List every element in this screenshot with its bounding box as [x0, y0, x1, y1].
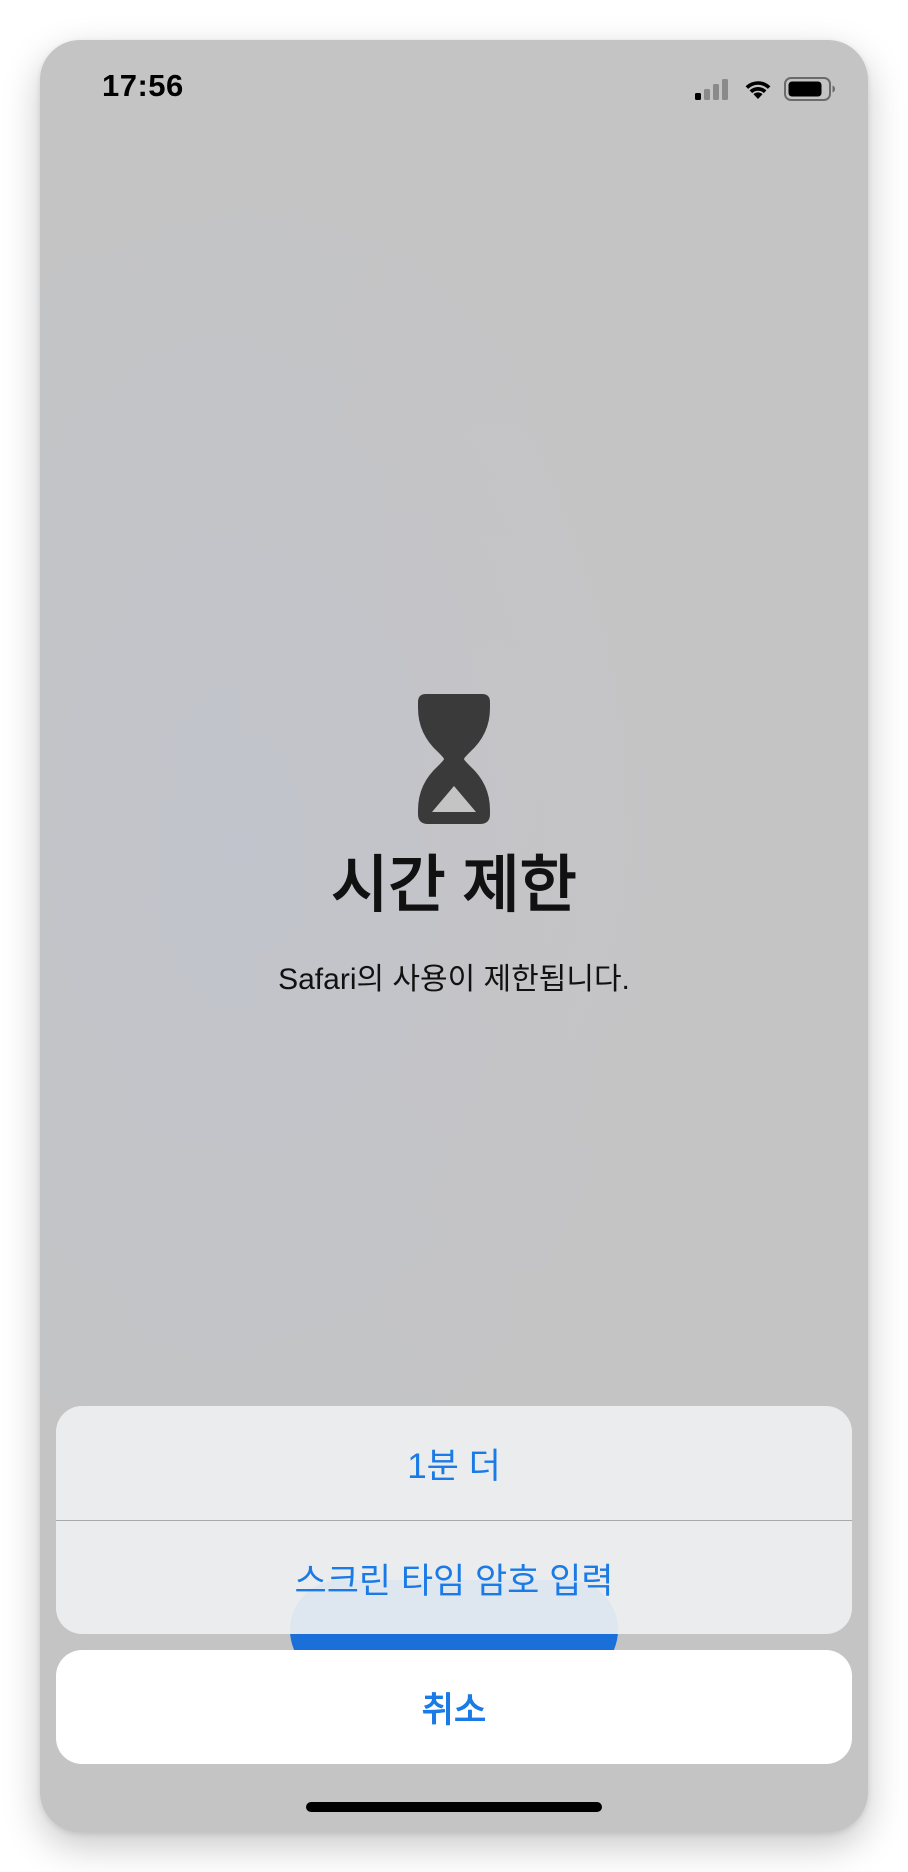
cellular-signal-icon [695, 79, 728, 100]
page-title: 시간 제한 [331, 851, 577, 920]
cancel-button[interactable]: 취소 [56, 1650, 852, 1764]
status-bar: 17:56 [40, 40, 868, 140]
status-time: 17:56 [102, 68, 184, 103]
screen-time-content: 시간 제한 Safari의 사용이 제한됩니다. [40, 694, 868, 1000]
limit-message: Safari의 사용이 제한됩니다. [278, 963, 630, 996]
action-sheet: 1분 더 스크린 타임 암호 입력 [56, 1406, 852, 1634]
home-indicator[interactable] [306, 1802, 602, 1812]
phone-screen: 17:56 시간 제한 Safari의 사용이 제한됩니다. 1분 더 스크린 … [40, 40, 868, 1832]
one-more-minute-button[interactable]: 1분 더 [56, 1406, 852, 1520]
hourglass-icon [418, 694, 490, 824]
battery-icon [784, 77, 835, 101]
wifi-icon [745, 81, 771, 99]
enter-passcode-button[interactable]: 스크린 타임 암호 입력 [56, 1521, 852, 1634]
status-icons [694, 76, 836, 102]
